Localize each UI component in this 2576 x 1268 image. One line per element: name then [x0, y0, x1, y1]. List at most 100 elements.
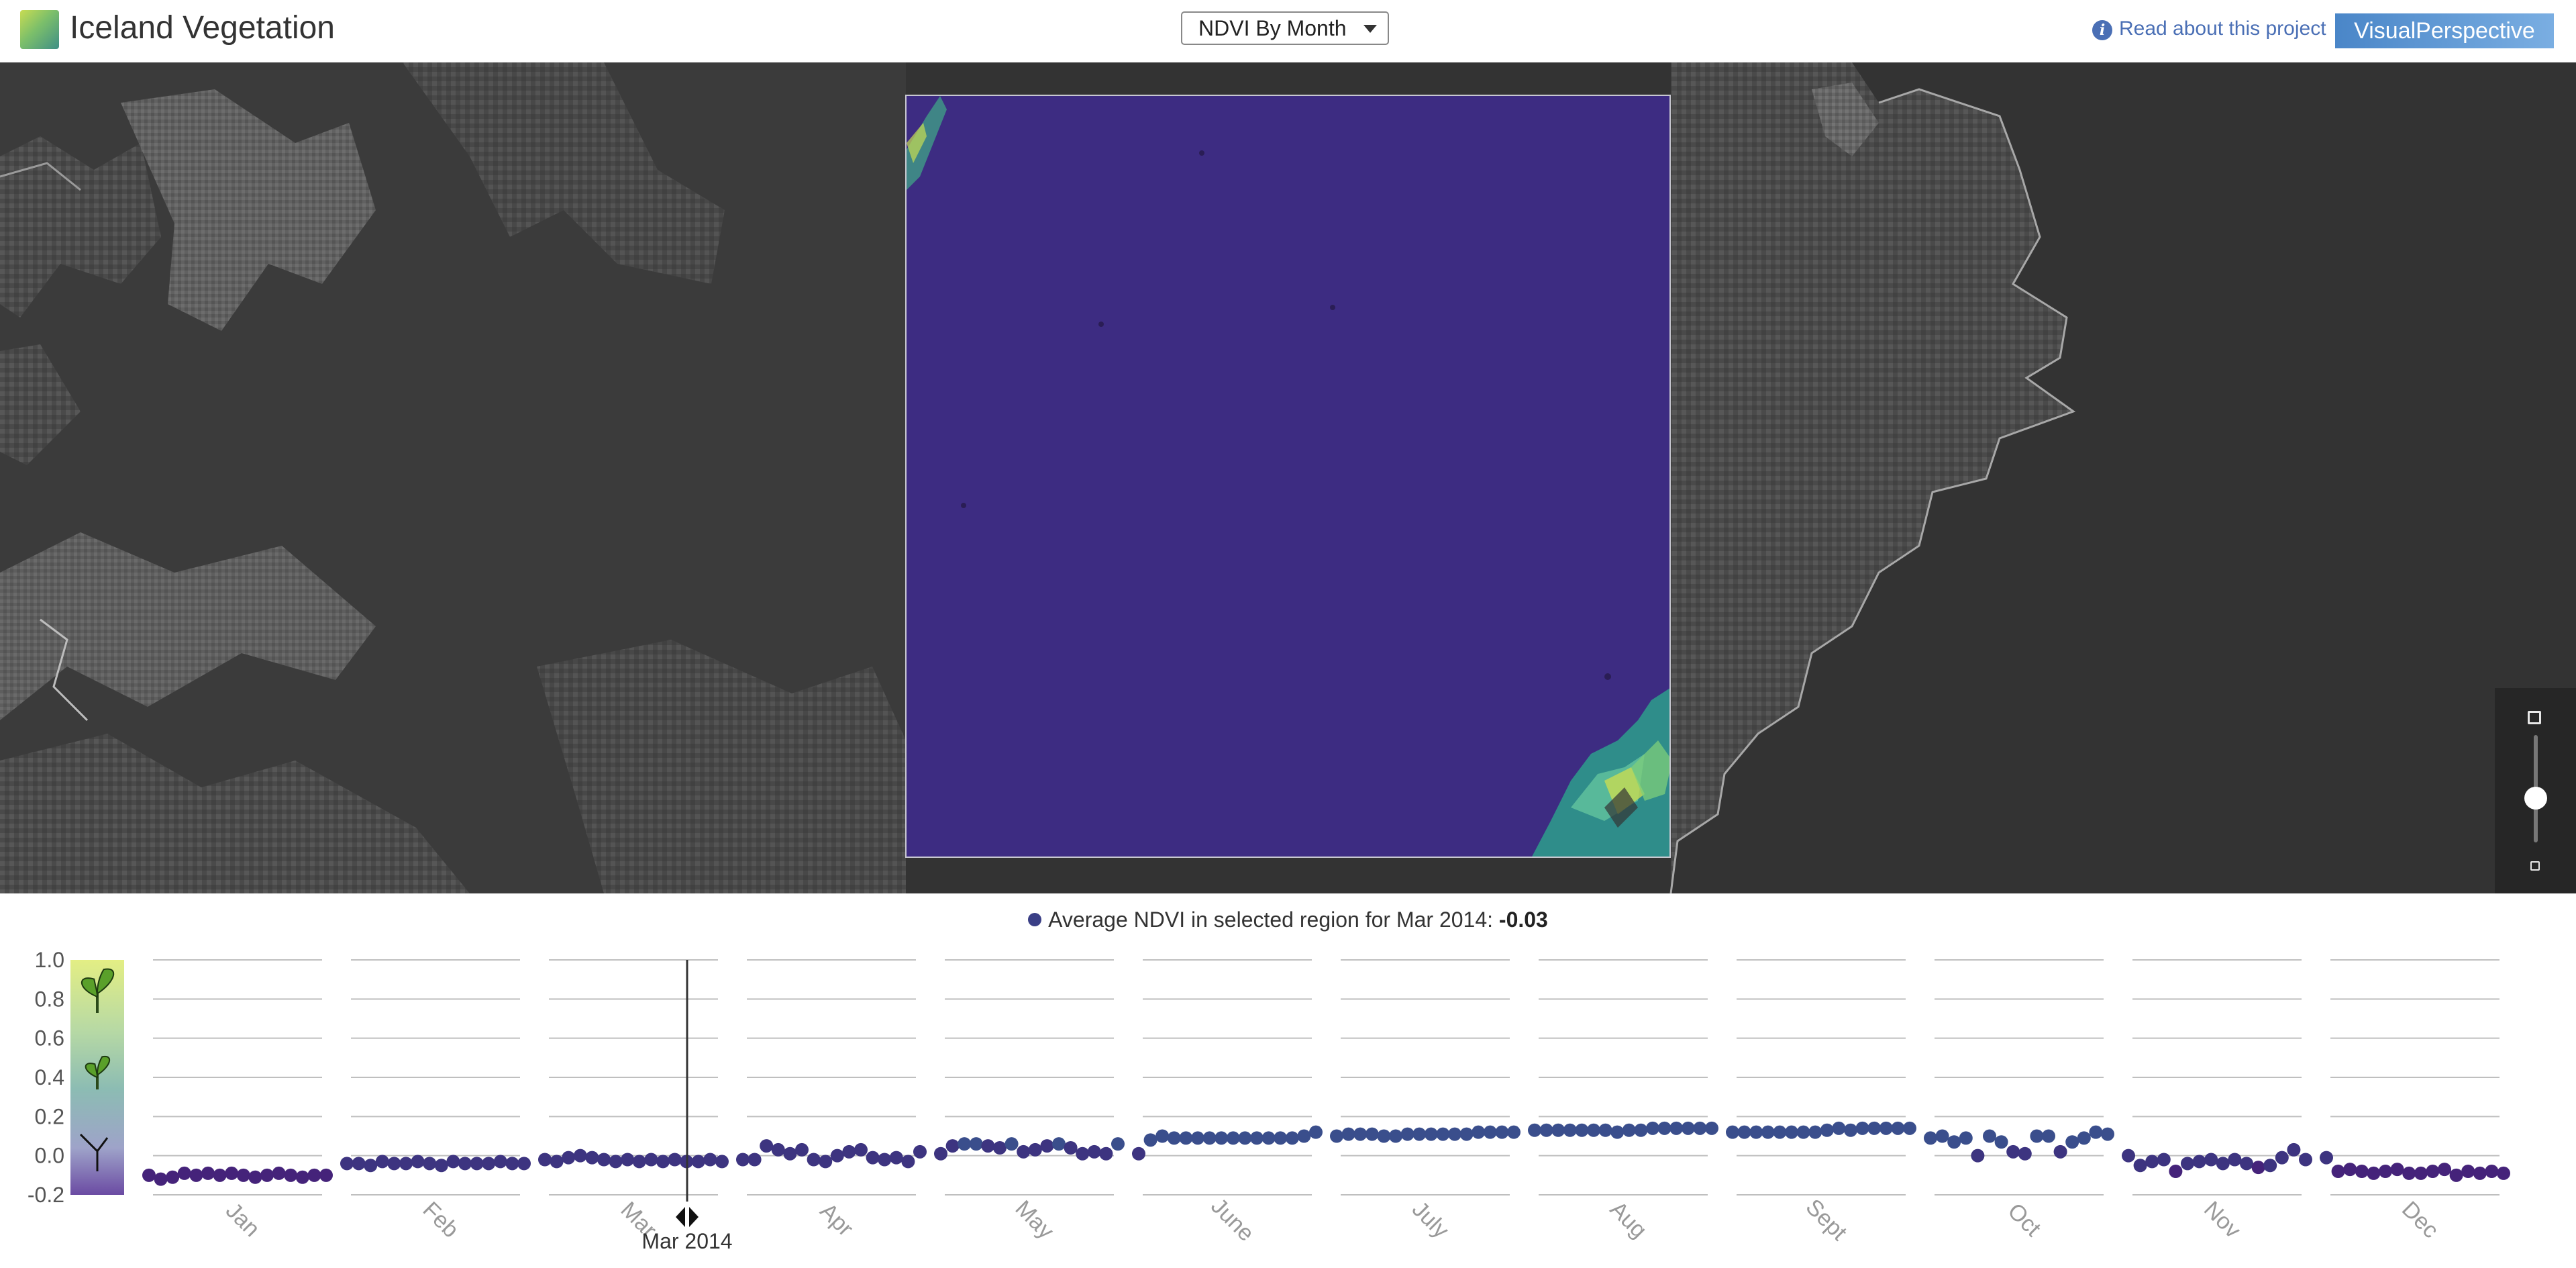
data-point[interactable]: [2006, 1144, 2020, 1159]
data-point[interactable]: [2390, 1163, 2404, 1177]
data-point[interactable]: [2042, 1129, 2055, 1143]
data-point[interactable]: [2299, 1153, 2312, 1167]
data-point[interactable]: [2089, 1125, 2103, 1139]
data-point[interactable]: [783, 1147, 797, 1161]
data-point[interactable]: [307, 1168, 321, 1182]
data-point[interactable]: [1226, 1131, 1240, 1145]
data-point[interactable]: [1052, 1137, 1066, 1151]
data-point[interactable]: [1749, 1125, 1763, 1139]
data-point[interactable]: [2497, 1166, 2510, 1180]
data-point[interactable]: [411, 1155, 425, 1169]
data-point[interactable]: [423, 1157, 437, 1171]
data-point[interactable]: [1099, 1147, 1113, 1161]
data-point[interactable]: [1634, 1123, 1648, 1137]
data-point[interactable]: [272, 1166, 286, 1180]
read-about-link[interactable]: Read about this project: [2119, 15, 2326, 43]
data-point[interactable]: [2485, 1165, 2499, 1178]
data-point[interactable]: [819, 1155, 833, 1169]
data-point[interactable]: [1820, 1123, 1834, 1137]
data-point[interactable]: [958, 1137, 972, 1151]
data-point[interactable]: [2030, 1129, 2044, 1143]
data-point[interactable]: [913, 1144, 927, 1159]
data-point[interactable]: [1935, 1129, 1949, 1143]
data-point[interactable]: [878, 1153, 892, 1167]
data-point[interactable]: [889, 1151, 903, 1165]
data-point[interactable]: [295, 1170, 309, 1184]
data-point[interactable]: [1855, 1121, 1869, 1135]
data-point[interactable]: [2204, 1153, 2218, 1167]
data-point[interactable]: [1202, 1131, 1217, 1145]
data-point[interactable]: [1575, 1123, 1589, 1137]
data-point[interactable]: [493, 1155, 507, 1169]
data-point[interactable]: [969, 1137, 983, 1151]
time-cursor-left-arrow[interactable]: [676, 1207, 685, 1227]
data-point[interactable]: [748, 1153, 762, 1167]
data-point[interactable]: [1389, 1129, 1402, 1143]
data-point[interactable]: [260, 1168, 274, 1182]
data-point[interactable]: [2402, 1166, 2416, 1180]
data-point[interactable]: [375, 1155, 389, 1169]
data-point[interactable]: [1076, 1147, 1090, 1161]
data-point[interactable]: [1155, 1129, 1170, 1143]
data-point[interactable]: [981, 1139, 995, 1153]
data-point[interactable]: [2228, 1153, 2242, 1167]
brand-logo[interactable]: VisualPerspective: [2335, 13, 2554, 48]
data-point[interactable]: [225, 1166, 239, 1180]
data-point[interactable]: [2287, 1142, 2301, 1157]
data-point[interactable]: [573, 1149, 587, 1163]
data-point[interactable]: [1610, 1125, 1625, 1139]
data-point[interactable]: [1215, 1131, 1229, 1145]
data-point[interactable]: [703, 1153, 717, 1167]
data-point[interactable]: [1726, 1125, 1739, 1139]
data-point[interactable]: [945, 1139, 960, 1153]
data-point[interactable]: [1669, 1121, 1684, 1135]
layer-select[interactable]: NDVI By Month: [1181, 11, 1389, 45]
data-point[interactable]: [2426, 1165, 2440, 1178]
data-point[interactable]: [1274, 1131, 1288, 1145]
data-point[interactable]: [866, 1151, 880, 1165]
data-point[interactable]: [854, 1142, 868, 1157]
data-point[interactable]: [1341, 1127, 1355, 1141]
data-point[interactable]: [2145, 1155, 2159, 1169]
data-point[interactable]: [189, 1168, 203, 1182]
zoom-in-button[interactable]: [2528, 711, 2541, 724]
data-point[interactable]: [2263, 1159, 2277, 1173]
data-point[interactable]: [1959, 1131, 1973, 1145]
data-point[interactable]: [236, 1168, 250, 1182]
data-point[interactable]: [621, 1153, 635, 1167]
data-point[interactable]: [1891, 1121, 1905, 1135]
data-point[interactable]: [2414, 1166, 2428, 1180]
data-point[interactable]: [166, 1170, 180, 1184]
data-point[interactable]: [1238, 1131, 1252, 1145]
data-point[interactable]: [1285, 1131, 1299, 1145]
data-point[interactable]: [177, 1166, 191, 1180]
data-point[interactable]: [1971, 1149, 1985, 1163]
ndvi-monthly-chart[interactable]: 1.00.80.60.40.20.0-0.2Jan Feb Mar Apr May Jun…: [0, 926, 2576, 1268]
data-point[interactable]: [2216, 1157, 2230, 1171]
data-point[interactable]: [934, 1147, 947, 1161]
data-point[interactable]: [795, 1142, 809, 1157]
data-point[interactable]: [2157, 1153, 2171, 1167]
data-point[interactable]: [1448, 1127, 1461, 1141]
data-point[interactable]: [691, 1155, 705, 1169]
data-point[interactable]: [505, 1157, 519, 1171]
data-point[interactable]: [1551, 1123, 1565, 1137]
data-point[interactable]: [470, 1157, 484, 1171]
data-point[interactable]: [2461, 1165, 2475, 1178]
data-point[interactable]: [1459, 1127, 1474, 1141]
data-point[interactable]: [2065, 1135, 2079, 1149]
data-point[interactable]: [458, 1157, 472, 1171]
data-point[interactable]: [1924, 1131, 1937, 1145]
data-point[interactable]: [352, 1157, 366, 1171]
data-point[interactable]: [2251, 1161, 2265, 1175]
data-point[interactable]: [142, 1168, 156, 1182]
data-point[interactable]: [2169, 1165, 2183, 1178]
data-point[interactable]: [2449, 1168, 2463, 1182]
data-point[interactable]: [1539, 1123, 1553, 1137]
data-point[interactable]: [434, 1159, 448, 1173]
data-point[interactable]: [2355, 1165, 2369, 1178]
data-point[interactable]: [1297, 1129, 1311, 1143]
data-point[interactable]: [1737, 1125, 1751, 1139]
data-point[interactable]: [1330, 1129, 1343, 1143]
data-point[interactable]: [597, 1153, 611, 1167]
